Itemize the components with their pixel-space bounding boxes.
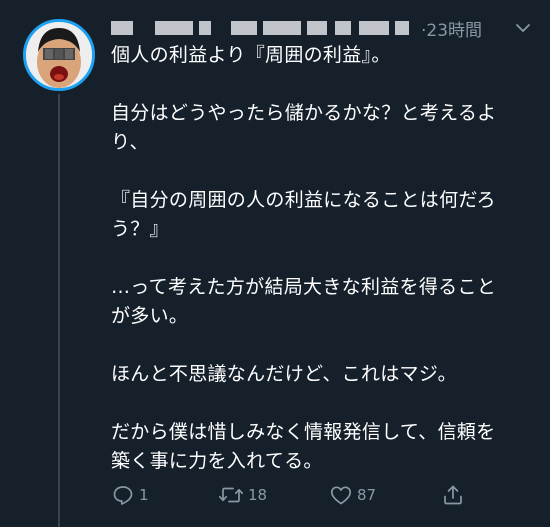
avatar-image — [26, 22, 92, 88]
thread-line — [58, 94, 60, 527]
tweet-paragraph: 自分はどうやったら儲かるかな？と考えるよ り、 — [111, 99, 536, 157]
tweet-timestamp[interactable]: ·23時間 — [421, 16, 482, 41]
tweet-actions: 1 18 87 — [111, 481, 531, 509]
like-button[interactable]: 87 — [329, 481, 376, 509]
tweet-line: り、 — [111, 131, 149, 153]
tweet-line: 『自分の周囲の人の利益になることは何だろ — [111, 189, 496, 211]
chevron-down-icon — [516, 24, 530, 32]
tweet-line: …って考えた方が結局大きな利益を得ること — [111, 276, 497, 298]
retweet-button[interactable]: 18 — [218, 481, 267, 509]
tweet-text: 個人の利益より『周囲の利益』。 自分はどうやったら儲かるかな？と考えるよ り、 … — [111, 41, 536, 476]
reply-count: 1 — [139, 486, 149, 504]
tweet-paragraph: ほんと不思議なんだけど、これはマジ。 — [111, 360, 536, 389]
share-button[interactable] — [441, 481, 465, 509]
tweet-paragraph: だから僕は惜しみなく情報発信して、信頼を 築く事に力を入れてる。 — [111, 418, 536, 476]
tweet-menu-button[interactable] — [514, 19, 532, 37]
share-icon — [444, 485, 462, 505]
tweet-line: だから僕は惜しみなく情報発信して、信頼を — [111, 421, 496, 443]
tweet-line: 個人の利益より『周囲の利益』。 — [111, 44, 391, 66]
tweet-line: 築く事に力を入れてる。 — [111, 450, 323, 472]
tweet-line: ほんと不思議なんだけど、これはマジ。 — [111, 363, 457, 385]
like-count: 87 — [357, 486, 377, 504]
heart-icon — [330, 486, 352, 505]
tweet-line: が多い。 — [111, 305, 189, 327]
reply-icon — [113, 486, 133, 505]
user-name-redacted[interactable] — [111, 16, 416, 38]
avatar[interactable] — [23, 19, 95, 91]
retweet-count: 18 — [248, 486, 268, 504]
reply-button[interactable]: 1 — [111, 481, 149, 509]
retweet-icon — [218, 487, 244, 503]
tweet-line: う？』 — [111, 218, 169, 240]
tweet-paragraph: …って考えた方が結局大きな利益を得ること が多い。 — [111, 273, 536, 331]
tweet-header: ·23時間 — [111, 12, 541, 41]
tweet-paragraph: 個人の利益より『周囲の利益』。 — [111, 41, 536, 70]
tweet-line: 自分はどうやったら儲かるかな？と考えるよ — [111, 102, 497, 124]
tweet-paragraph: 『自分の周囲の人の利益になることは何だろ う？』 — [111, 186, 536, 244]
